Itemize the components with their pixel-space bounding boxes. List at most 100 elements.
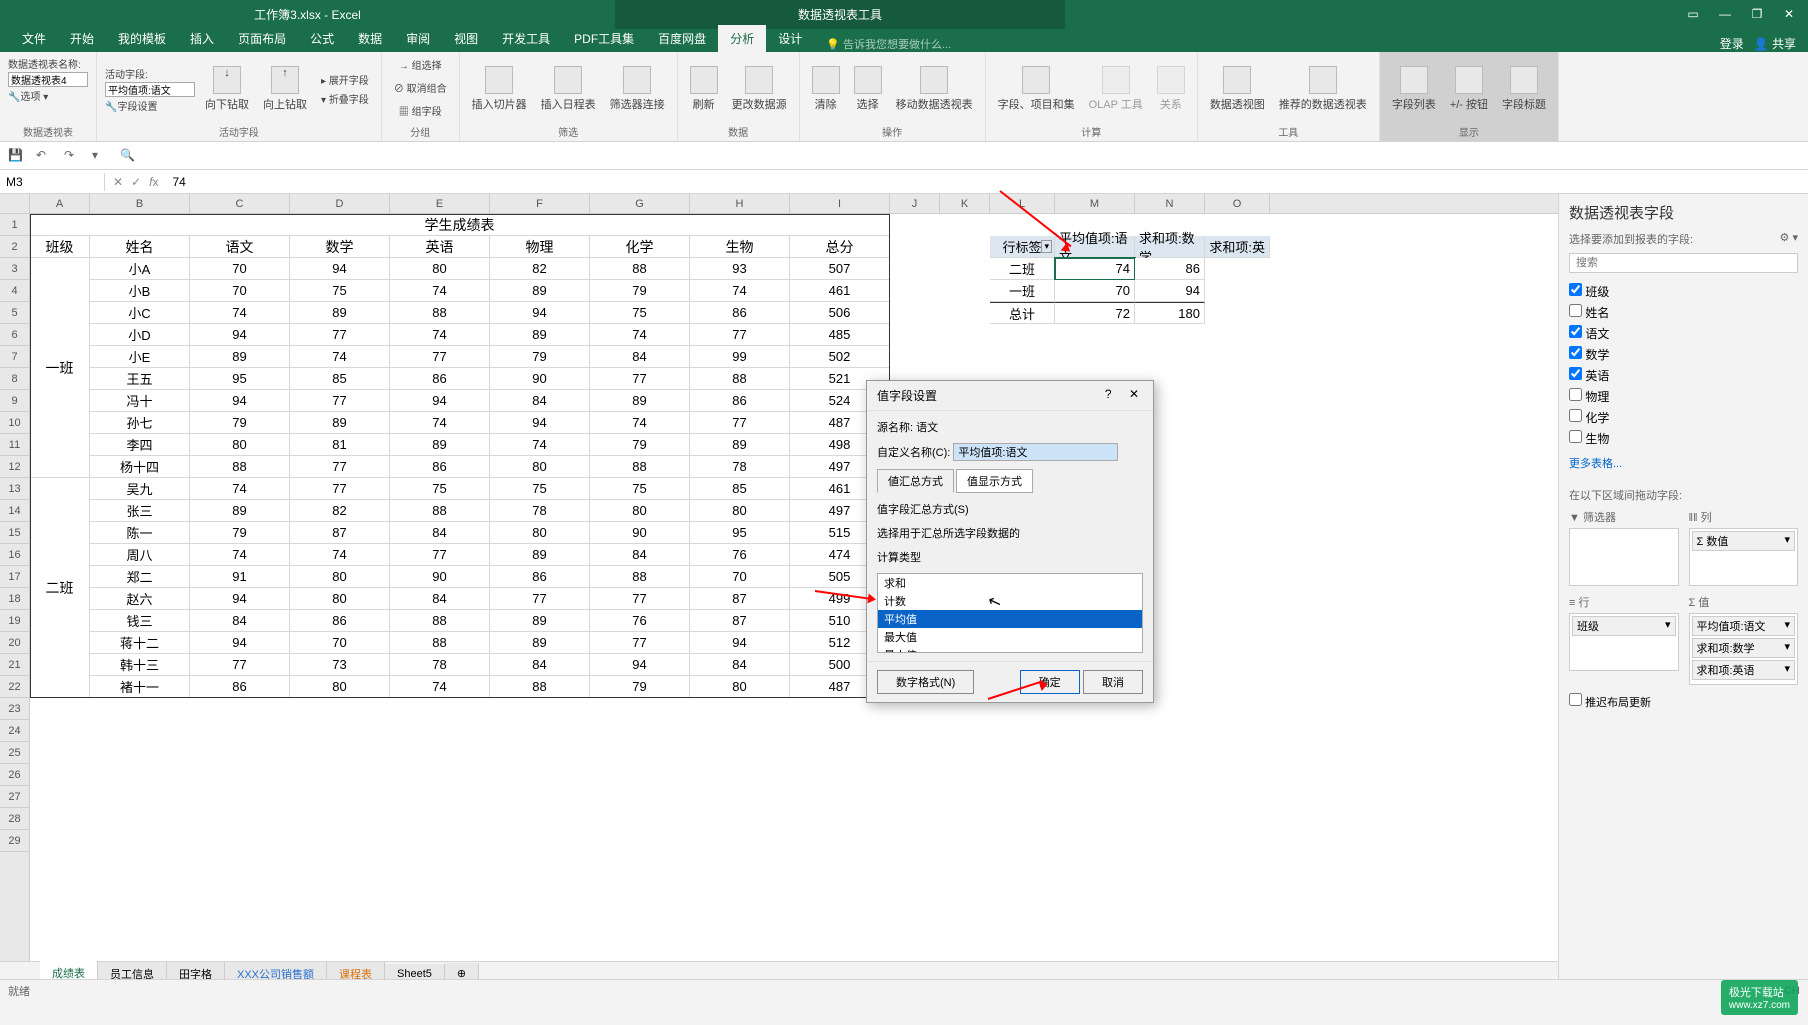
tab-home[interactable]: 开始 [58, 25, 106, 52]
drill-up-btn[interactable]: ↑向上钻取 [259, 64, 311, 114]
cell[interactable]: 75 [290, 280, 390, 302]
field-生物[interactable]: 生物 [1569, 428, 1798, 449]
cell[interactable]: 74 [390, 412, 490, 434]
cell[interactable]: 78 [690, 456, 790, 478]
col-header-D[interactable]: D [290, 194, 390, 213]
cell[interactable]: 88 [190, 456, 290, 478]
cell[interactable]: 75 [590, 478, 690, 500]
dialog-help-icon[interactable]: ? [1105, 387, 1112, 401]
cell[interactable]: 94 [190, 632, 290, 654]
custom-name-input[interactable] [953, 443, 1118, 461]
val-item-2[interactable]: 求和项:英语▾ [1692, 660, 1796, 680]
tab-pdf[interactable]: PDF工具集 [562, 25, 646, 52]
cell[interactable]: 80 [590, 500, 690, 522]
cell[interactable]: 84 [490, 654, 590, 676]
tab-templates[interactable]: 我的模板 [106, 25, 178, 52]
cell[interactable]: 小A [90, 258, 190, 280]
col-header-G[interactable]: G [590, 194, 690, 213]
change-src-btn[interactable]: 更改数据源 [728, 64, 791, 114]
cell[interactable]: 88 [490, 676, 590, 698]
row-item-class[interactable]: 班级▾ [1572, 616, 1676, 636]
cell[interactable]: 小B [90, 280, 190, 302]
cell[interactable]: 78 [490, 500, 590, 522]
area-columns[interactable]: ‖‖ 列 Σ 数值▾ [1689, 509, 1799, 586]
cell[interactable]: 74 [390, 280, 490, 302]
cell[interactable]: 86 [390, 368, 490, 390]
cell[interactable]: 180 [1135, 302, 1205, 324]
cancel-button[interactable]: 取消 [1083, 670, 1143, 694]
drill-down-btn[interactable]: ↓向下钻取 [201, 64, 253, 114]
row-header-18[interactable]: 18 [0, 588, 29, 610]
row-header-7[interactable]: 7 [0, 346, 29, 368]
cell[interactable]: 74 [690, 280, 790, 302]
cell[interactable]: 95 [690, 522, 790, 544]
cell[interactable]: 二班 [990, 258, 1055, 280]
cell[interactable]: 73 [290, 654, 390, 676]
formula-input[interactable]: 74 [166, 173, 1808, 191]
cell[interactable]: 88 [390, 500, 490, 522]
cell[interactable]: 89 [290, 302, 390, 324]
cancel-entry-icon[interactable]: ✕ [113, 175, 123, 189]
cell[interactable]: 95 [190, 368, 290, 390]
cell[interactable]: 77 [590, 588, 690, 610]
new-sheet-btn[interactable]: ⊕ [445, 963, 479, 979]
worksheet[interactable]: ABCDEFGHIJKLMNO 123456789101112131415161… [0, 194, 1558, 979]
row-header-13[interactable]: 13 [0, 478, 29, 500]
redo-icon[interactable]: ↷ [64, 148, 80, 164]
login-link[interactable]: 登录 [1720, 35, 1744, 52]
cell[interactable]: 班级 [30, 236, 90, 258]
pivot-chart-btn[interactable]: 数据透视图 [1206, 64, 1269, 114]
cell[interactable]: 物理 [490, 236, 590, 258]
row-header-24[interactable]: 24 [0, 720, 29, 742]
col-header-I[interactable]: I [790, 194, 890, 213]
sheet-tab-1[interactable]: 员工信息 [98, 962, 167, 980]
cell[interactable]: 80 [290, 676, 390, 698]
tab-pagelayout[interactable]: 页面布局 [226, 25, 298, 52]
cell[interactable]: 韩十三 [90, 654, 190, 676]
cell[interactable]: 80 [690, 676, 790, 698]
cell[interactable]: 79 [190, 412, 290, 434]
cell[interactable]: 77 [590, 632, 690, 654]
sheet-tab-2[interactable]: 田字格 [167, 962, 225, 980]
cell[interactable]: 陈一 [90, 522, 190, 544]
pane-gear-icon[interactable]: ⚙ ▾ [1780, 231, 1798, 247]
cell[interactable]: 89 [490, 324, 590, 346]
field-英语[interactable]: 英语 [1569, 365, 1798, 386]
share-button[interactable]: 👤 共享 [1754, 35, 1796, 52]
cell[interactable]: 冯十 [90, 390, 190, 412]
cell[interactable]: 一班 [990, 280, 1055, 302]
cell[interactable]: 86 [490, 566, 590, 588]
col-header-E[interactable]: E [390, 194, 490, 213]
cell[interactable]: 80 [290, 566, 390, 588]
cell[interactable]: 93 [690, 258, 790, 280]
cell[interactable]: 80 [190, 434, 290, 456]
cell[interactable]: 85 [690, 478, 790, 500]
cell[interactable]: 77 [290, 456, 390, 478]
row-header-23[interactable]: 23 [0, 698, 29, 720]
cell[interactable]: 79 [590, 676, 690, 698]
cell[interactable]: 英语 [390, 236, 490, 258]
cell[interactable]: 88 [390, 302, 490, 324]
cell[interactable]: 89 [590, 390, 690, 412]
cell[interactable]: 70 [190, 280, 290, 302]
cell[interactable]: 94 [290, 258, 390, 280]
field-list-btn[interactable]: 字段列表 [1388, 64, 1440, 114]
cell[interactable]: 79 [490, 346, 590, 368]
cell[interactable]: 84 [490, 390, 590, 412]
cell[interactable]: 82 [490, 258, 590, 280]
insert-slicer[interactable]: 插入切片器 [468, 64, 531, 114]
field-班级[interactable]: 班级 [1569, 281, 1798, 302]
fx-icon[interactable]: fx [149, 175, 158, 189]
cell[interactable]: 89 [290, 412, 390, 434]
cell[interactable]: 94 [1135, 280, 1205, 302]
dialog-tab-display[interactable]: 值显示方式 [956, 469, 1033, 493]
cell[interactable]: 84 [390, 522, 490, 544]
cell[interactable]: 88 [590, 258, 690, 280]
row-header-20[interactable]: 20 [0, 632, 29, 654]
select-btn[interactable]: 选择 [850, 64, 886, 114]
pt-name-input[interactable] [8, 72, 88, 87]
cell[interactable]: 76 [690, 544, 790, 566]
qat-more-icon[interactable]: ▾ [92, 148, 108, 164]
calc-option-4[interactable]: 最小值 [878, 646, 1142, 653]
dialog-close-icon[interactable]: ✕ [1125, 387, 1143, 401]
